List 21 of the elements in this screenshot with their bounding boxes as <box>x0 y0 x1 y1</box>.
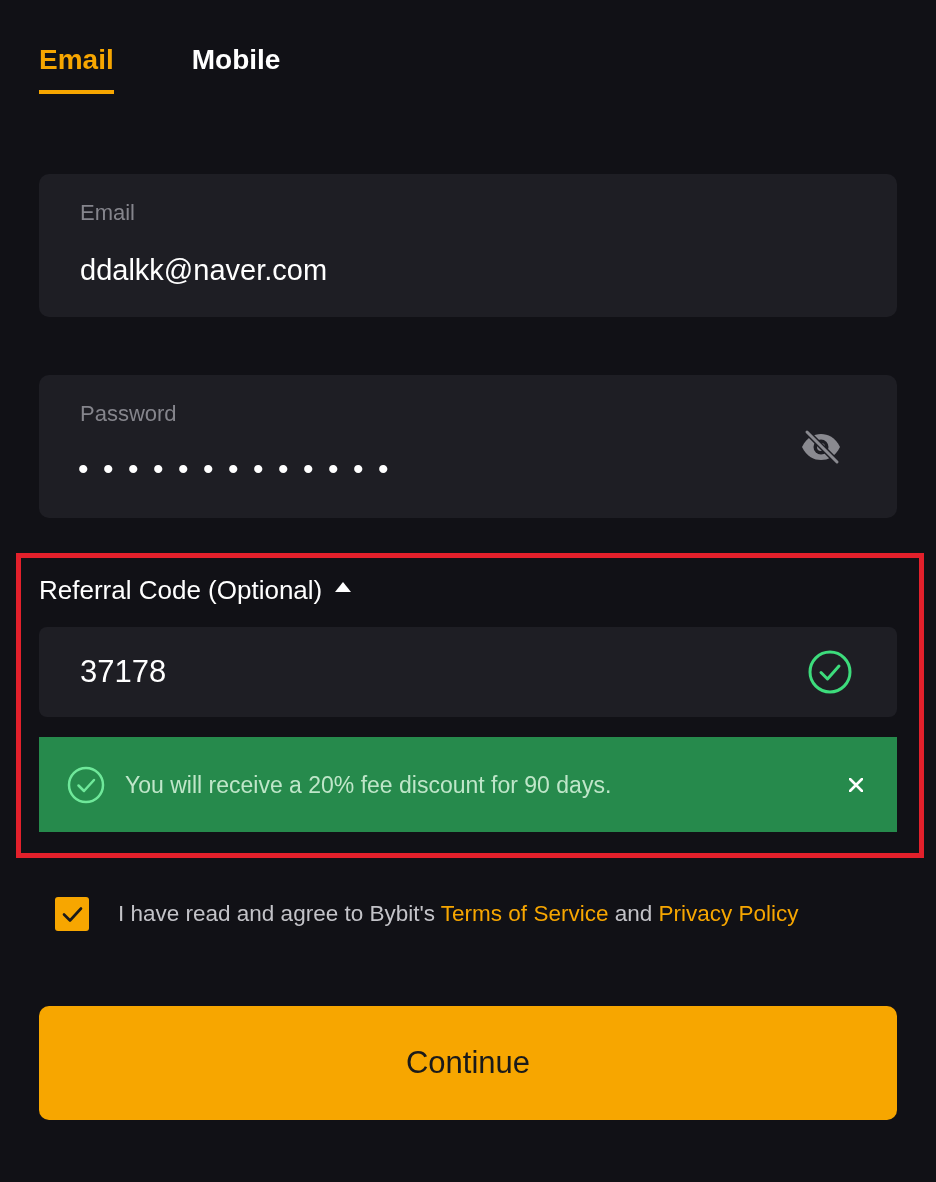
check-circle-icon <box>67 765 105 804</box>
checkbox[interactable] <box>55 897 89 931</box>
banner-message: You will receive a 20% fee discount for 90 days. <box>125 770 612 799</box>
continue-button[interactable]: Continue <box>39 1006 897 1120</box>
link[interactable]: Terms of Service <box>440 901 609 926</box>
eye-slash-icon[interactable] <box>800 428 842 465</box>
referral-code-toggle[interactable]: Referral Code (Optional) <box>39 574 352 606</box>
tab[interactable]: Email <box>39 43 114 94</box>
tab[interactable]: Mobile <box>191 43 281 94</box>
close-icon[interactable] <box>849 777 863 792</box>
field-label: Email <box>80 200 135 226</box>
referral-code-field[interactable]: 37178 <box>39 627 897 717</box>
field-value: ddalkk@naver.com <box>80 253 328 287</box>
password-field[interactable]: Password ••••••••••••• <box>39 375 897 518</box>
link[interactable]: Privacy Policy <box>658 901 799 926</box>
field-label: Password <box>80 401 177 427</box>
caret-up-icon[interactable] <box>335 582 352 592</box>
masked-password: ••••••••••••• <box>78 451 404 487</box>
agreement-text: I have read and agree to Bybit's Terms of Service and Privacy Policy <box>118 900 799 928</box>
field-value: 37178 <box>80 654 167 690</box>
email-field[interactable]: Email ddalkk@naver.com <box>39 174 897 317</box>
